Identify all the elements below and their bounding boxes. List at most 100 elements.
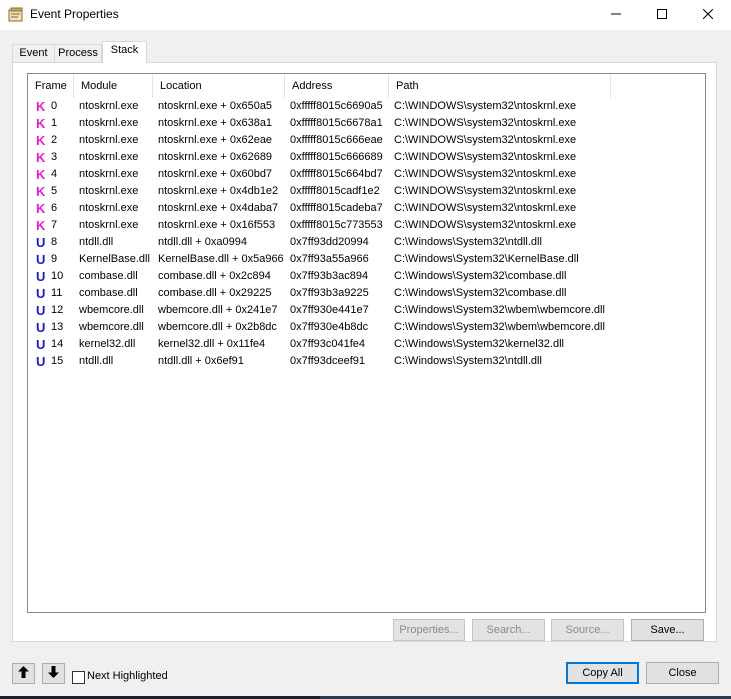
stack-list[interactable]: Frame Module Location Address Path K 0 nto… (27, 73, 706, 613)
table-row[interactable]: K 2 ntoskrnl.exe ntoskrnl.exe + 0x62eae 0xff… (28, 132, 705, 149)
address-cell: 0xfffff8015c6678a1 (290, 117, 383, 129)
path-cell: C:\WINDOWS\system32\ntoskrnl.exe (394, 168, 577, 180)
module-cell: ntoskrnl.exe (79, 117, 139, 129)
user-mode-icon: U (36, 320, 46, 335)
address-cell: 0xfffff8015c664bd7 (290, 168, 383, 180)
location-cell: ntoskrnl.exe + 0x60bd7 (158, 168, 273, 180)
address-cell: 0x7ff93dd20994 (290, 236, 369, 248)
module-cell: wbemcore.dll (79, 321, 144, 333)
close-button[interactable]: Close (646, 662, 719, 684)
location-cell: combase.dll + 0x29225 (158, 287, 272, 299)
module-cell: wbemcore.dll (79, 304, 144, 316)
module-cell: ntoskrnl.exe (79, 185, 139, 197)
table-row[interactable]: U 13 wbemcore.dll wbemcore.dll + 0x2b8dc 0x7… (28, 319, 705, 336)
move-down-button[interactable] (42, 663, 65, 684)
user-mode-icon: U (36, 303, 46, 318)
tab-process[interactable]: Process (54, 44, 102, 62)
arrow-down-icon (48, 666, 59, 681)
module-cell: kernel32.dll (79, 338, 136, 350)
save-button[interactable]: Save... (631, 619, 704, 641)
column-header-location[interactable]: Location (153, 74, 285, 98)
location-cell: combase.dll + 0x2c894 (158, 270, 271, 282)
address-cell: 0x7ff93c041fe4 (290, 338, 366, 350)
table-row[interactable]: U 10 combase.dll combase.dll + 0x2c894 0x7ff… (28, 268, 705, 285)
user-mode-icon: U (36, 235, 46, 250)
column-header-frame[interactable]: Frame (28, 74, 74, 98)
source-button[interactable]: Source... (551, 619, 624, 641)
table-row[interactable]: K 3 ntoskrnl.exe ntoskrnl.exe + 0x62689 0xff… (28, 149, 705, 166)
path-cell: C:\WINDOWS\system32\ntoskrnl.exe (394, 100, 577, 112)
module-cell: combase.dll (79, 287, 138, 299)
location-cell: wbemcore.dll + 0x2b8dc (158, 321, 277, 333)
table-row[interactable]: U 15 ntdll.dll ntdll.dll + 0x6ef91 0x7ff93dc… (28, 353, 705, 370)
module-cell: ntoskrnl.exe (79, 219, 139, 231)
frame-cell: 1 (51, 117, 58, 129)
maximize-button[interactable] (639, 0, 685, 30)
kernel-mode-icon: K (36, 184, 46, 199)
column-header-module[interactable]: Module (74, 74, 153, 98)
close-icon (702, 8, 714, 22)
table-row[interactable]: K 5 ntoskrnl.exe ntoskrnl.exe + 0x4db1e2 0xf… (28, 183, 705, 200)
frame-cell: 5 (51, 185, 58, 197)
maximize-icon (657, 8, 667, 22)
frame-cell: 3 (51, 151, 58, 163)
table-row[interactable]: U 11 combase.dll combase.dll + 0x29225 0x7ff… (28, 285, 705, 302)
search-button[interactable]: Search... (472, 619, 545, 641)
path-cell: C:\WINDOWS\system32\ntoskrnl.exe (394, 202, 577, 214)
kernel-mode-icon: K (36, 167, 46, 182)
path-cell: C:\Windows\System32\wbem\wbemcore.dll (394, 321, 605, 333)
module-cell: ntdll.dll (79, 236, 114, 248)
table-row[interactable]: U 8 ntdll.dll ntdll.dll + 0xa0994 0x7ff93dd2… (28, 234, 705, 251)
properties-button[interactable]: Properties... (393, 619, 465, 641)
table-row[interactable]: K 4 ntoskrnl.exe ntoskrnl.exe + 0x60bd7 0xff… (28, 166, 705, 183)
path-cell: C:\Windows\System32\KernelBase.dll (394, 253, 579, 265)
module-cell: ntdll.dll (79, 355, 114, 367)
path-cell: C:\Windows\System32\wbem\wbemcore.dll (394, 304, 605, 316)
table-row[interactable]: K 1 ntoskrnl.exe ntoskrnl.exe + 0x638a1 0xff… (28, 115, 705, 132)
address-cell: 0xfffff8015c666689 (290, 151, 383, 163)
module-cell: ntoskrnl.exe (79, 151, 139, 163)
table-row[interactable]: U 14 kernel32.dll kernel32.dll + 0x11fe4 0x7… (28, 336, 705, 353)
location-cell: ntoskrnl.exe + 0x62689 (158, 151, 273, 163)
minimize-icon (611, 9, 621, 22)
location-cell: ntoskrnl.exe + 0x650a5 (158, 100, 273, 112)
frame-cell: 6 (51, 202, 58, 214)
close-window-button[interactable] (685, 0, 731, 30)
frame-cell: 4 (51, 168, 58, 180)
location-cell: ntoskrnl.exe + 0x638a1 (158, 117, 273, 129)
tab-stack[interactable]: Stack (102, 41, 147, 63)
table-row[interactable]: U 12 wbemcore.dll wbemcore.dll + 0x241e7 0x7… (28, 302, 705, 319)
address-cell: 0xfffff8015c666eae (290, 134, 383, 146)
address-cell: 0xfffff8015c773553 (290, 219, 383, 231)
frame-cell: 13 (51, 321, 64, 333)
path-cell: C:\WINDOWS\system32\ntoskrnl.exe (394, 117, 577, 129)
minimize-button[interactable] (593, 0, 639, 30)
move-up-button[interactable] (12, 663, 35, 684)
table-row[interactable]: K 6 ntoskrnl.exe ntoskrnl.exe + 0x4daba7 0xf… (28, 200, 705, 217)
column-header-address[interactable]: Address (285, 74, 389, 98)
table-row[interactable]: K 7 ntoskrnl.exe ntoskrnl.exe + 0x16f553 0xf… (28, 217, 705, 234)
address-cell: 0x7ff930e441e7 (290, 304, 369, 316)
copy-all-button[interactable]: Copy All (566, 662, 639, 684)
next-highlighted-checkbox[interactable] (72, 671, 85, 684)
event-properties-icon (8, 7, 24, 23)
tab-event[interactable]: Event (12, 44, 55, 62)
frame-cell: 7 (51, 219, 58, 231)
kernel-mode-icon: K (36, 99, 46, 114)
frame-cell: 12 (51, 304, 64, 316)
path-cell: C:\Windows\System32\kernel32.dll (394, 338, 564, 350)
column-header-path[interactable]: Path (389, 74, 611, 98)
address-cell: 0x7ff93a55a966 (290, 253, 369, 265)
path-cell: C:\Windows\System32\ntdll.dll (394, 236, 542, 248)
address-cell: 0x7ff93dceef91 (290, 355, 366, 367)
kernel-mode-icon: K (36, 150, 46, 165)
table-row[interactable]: K 0 ntoskrnl.exe ntoskrnl.exe + 0x650a5 0xff… (28, 98, 705, 115)
list-rows: K 0 ntoskrnl.exe ntoskrnl.exe + 0x650a5 0xff… (28, 98, 705, 370)
table-row[interactable]: U 9 KernelBase.dll KernelBase.dll + 0x5a966… (28, 251, 705, 268)
user-mode-icon: U (36, 337, 46, 352)
user-mode-icon: U (36, 269, 46, 284)
location-cell: ntoskrnl.exe + 0x4daba7 (158, 202, 279, 214)
module-cell: ntoskrnl.exe (79, 202, 139, 214)
location-cell: wbemcore.dll + 0x241e7 (158, 304, 278, 316)
next-highlighted-label: Next Highlighted (87, 670, 168, 682)
